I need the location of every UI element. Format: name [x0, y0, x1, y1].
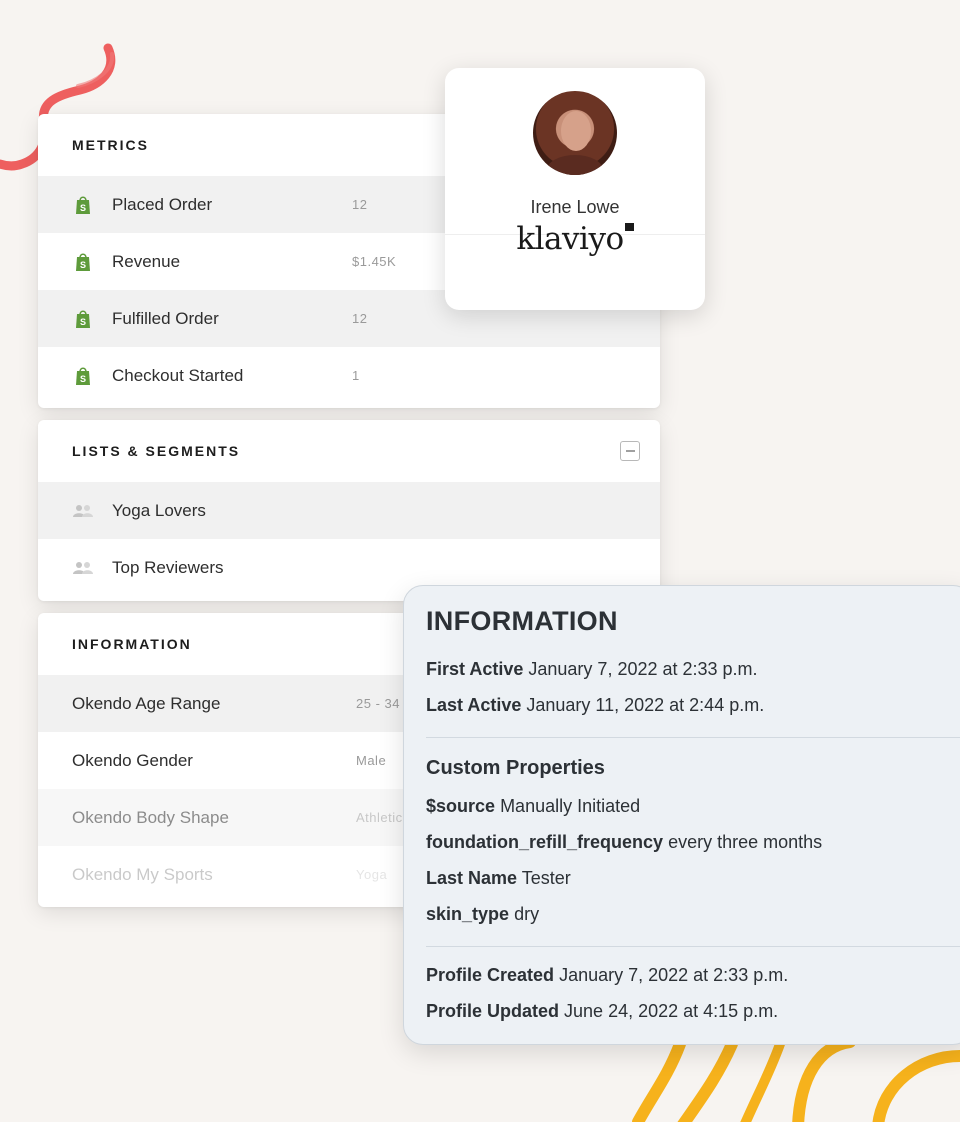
metric-row[interactable]: S Checkout Started 1	[38, 347, 660, 404]
lists-title: LISTS & SEGMENTS	[38, 420, 660, 482]
last-active-line: Last Active January 11, 2022 at 2:44 p.m…	[426, 695, 765, 715]
property-line: $source Manually Initiated	[426, 796, 641, 816]
info-label: Okendo Body Shape	[72, 807, 229, 827]
information-list-title-text: INFORMATION	[72, 636, 192, 652]
info-label: Okendo Gender	[72, 750, 193, 770]
svg-text:S: S	[80, 317, 86, 327]
people-group-icon	[72, 557, 94, 579]
info-value: 25 - 34	[356, 696, 400, 711]
metric-label: Fulfilled Order	[112, 308, 219, 328]
shopify-bag-icon: S	[72, 365, 94, 387]
information-popup: INFORMATION First Active January 7, 2022…	[403, 585, 960, 1045]
metric-value: 12	[352, 197, 368, 212]
custom-properties-title: Custom Properties	[426, 757, 605, 779]
info-value: Male	[356, 753, 387, 768]
avatar	[533, 91, 617, 175]
metric-label: Placed Order	[112, 194, 213, 214]
info-label: Okendo My Sports	[72, 864, 213, 884]
metric-value: 12	[352, 311, 368, 326]
segment-label: Yoga Lovers	[112, 500, 206, 520]
metric-label: Checkout Started	[112, 365, 244, 385]
lists-title-text: LISTS & SEGMENTS	[72, 443, 241, 459]
info-label: Okendo Age Range	[72, 693, 221, 713]
collapse-icon[interactable]	[620, 441, 640, 461]
property-line: skin_type dry	[426, 904, 540, 924]
info-value: Athletic	[356, 810, 403, 825]
property-line: Last Name Tester	[426, 868, 571, 888]
info-value: Yoga	[356, 867, 388, 882]
svg-text:S: S	[80, 260, 86, 270]
klaviyo-logo: klaviyo	[445, 221, 705, 257]
yellow-stroke-decoration	[632, 1036, 960, 1122]
lists-segments-card: LISTS & SEGMENTS Yoga Lovers Top Reviewe…	[38, 420, 660, 601]
shopify-bag-icon: S	[72, 251, 94, 273]
metric-value: 1	[352, 368, 360, 383]
profile-updated-line: Profile Updated June 24, 2022 at 4:15 p.…	[426, 1001, 779, 1021]
divider	[426, 737, 960, 738]
shopify-bag-icon: S	[72, 194, 94, 216]
people-group-icon	[72, 500, 94, 522]
divider	[426, 946, 960, 947]
svg-text:S: S	[80, 203, 86, 213]
segment-row[interactable]: Yoga Lovers	[38, 482, 660, 539]
shopify-bag-icon: S	[72, 308, 94, 330]
metrics-title-text: METRICS	[72, 137, 149, 153]
profile-card: Irene Lowe klaviyo	[445, 68, 705, 310]
metric-value: $1.45K	[352, 254, 397, 269]
profile-name: Irene Lowe	[530, 197, 620, 217]
first-active-line: First Active January 7, 2022 at 2:33 p.m…	[426, 659, 758, 679]
metric-label: Revenue	[112, 251, 181, 271]
information-popup-title: INFORMATION	[426, 606, 618, 636]
segment-label: Top Reviewers	[112, 557, 224, 577]
svg-text:S: S	[80, 374, 86, 384]
property-line: foundation_refill_frequency every three …	[426, 832, 823, 852]
profile-created-line: Profile Created January 7, 2022 at 2:33 …	[426, 965, 789, 985]
